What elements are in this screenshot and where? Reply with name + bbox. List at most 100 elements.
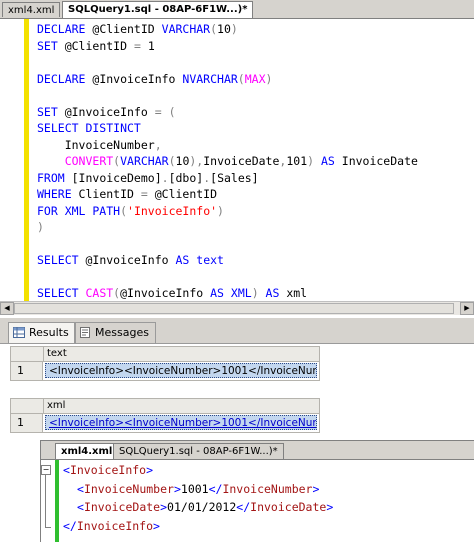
code-line[interactable]: SELECT DISTINCT [37, 120, 141, 136]
code-token: FOR XML PATH [37, 203, 121, 218]
code-line[interactable]: DECLARE @ClientID VARCHAR(10) [37, 21, 238, 37]
code-token: @InvoiceInfo [120, 286, 211, 300]
code-token: text [196, 253, 224, 267]
xml-token: </ [63, 518, 77, 533]
tab-results[interactable]: Results [8, 322, 76, 343]
code-line[interactable]: SELECT @InvoiceInfo AS text [37, 252, 224, 268]
code-token: AS [210, 286, 231, 300]
code-token: , [154, 137, 162, 152]
xml-token: > [326, 500, 334, 514]
code-token: xml [286, 286, 308, 300]
code-token: SET [37, 104, 65, 119]
xml-token: 01/01/2012 [167, 500, 237, 514]
code-token: . [161, 170, 169, 185]
code-token: InvoiceNumber [37, 137, 155, 152]
code-token: ) [217, 203, 224, 218]
code-token: ) [37, 220, 44, 234]
code-token: InvoiceDate [341, 154, 418, 168]
code-token: 1 [147, 38, 155, 53]
column-header-text[interactable]: text [47, 348, 67, 359]
code-token: ( [210, 22, 218, 36]
code-token: @ClientID [92, 22, 162, 36]
code-token: ) [251, 286, 266, 300]
code-token: [Sales] [210, 170, 259, 185]
xml-line[interactable]: <InvoiceDate>01/01/2012</InvoiceDate> [77, 498, 333, 516]
code-line[interactable]: SELECT CAST(@InvoiceInfo AS XML) AS xml [37, 285, 307, 301]
code-line[interactable]: CONVERT(VARCHAR(10),InvoiceDate,101) AS … [37, 153, 418, 169]
code-token: [InvoiceDemo] [71, 170, 162, 185]
code-token: FROM [37, 170, 72, 185]
code-token: @ClientID [154, 187, 218, 201]
row-number[interactable]: 1 [11, 414, 43, 432]
code-token: AS [265, 286, 287, 300]
change-marker-bar [24, 19, 29, 301]
xml-window-tab-strip: xml4.xml SQLQuery1.sql - 08AP-6F1W...)* [41, 441, 474, 460]
code-token: SELECT DISTINCT [37, 121, 141, 135]
xml-token: < [77, 500, 84, 514]
tab-messages[interactable]: Messages [74, 322, 156, 343]
code-line[interactable]: WHERE ClientID = @ClientID [37, 186, 217, 202]
code-token: SET [37, 38, 65, 53]
code-token: DECLARE [37, 22, 93, 36]
code-line[interactable]: DECLARE @InvoiceInfo NVARCHAR(MAX) [37, 71, 272, 87]
code-token: @InvoiceInfo [64, 104, 155, 119]
table-row: 1 <InvoiceInfo><InvoiceNumber>1001</Invo… [10, 362, 320, 381]
grid-header: xml [10, 398, 320, 414]
xml-token: < [77, 481, 84, 496]
outline-line [45, 474, 46, 528]
code-token: ), [189, 154, 204, 168]
code-token: 'InvoiceInfo' [127, 203, 218, 218]
text-cell[interactable]: <InvoiceInfo><InvoiceNumber>1001</Invoic… [45, 363, 317, 378]
scrollbar-thumb[interactable] [14, 303, 454, 314]
column-header-xml[interactable]: xml [47, 400, 65, 411]
xml-token: > [153, 518, 160, 533]
code-line[interactable]: FROM [InvoiceDemo].[dbo].[Sales] [37, 170, 259, 186]
code-token: ClientID [78, 187, 141, 201]
column-separator [43, 347, 44, 361]
xml-token: </ [208, 481, 223, 496]
code-token: = ( [154, 104, 176, 119]
xml-line[interactable]: <InvoiceInfo> [63, 461, 153, 479]
code-token: ) [265, 71, 273, 86]
code-token: SELECT [37, 253, 86, 267]
code-token: InvoiceDate [203, 154, 280, 168]
tab-sqlquery1[interactable]: SQLQuery1.sql - 08AP-6F1W...)* [62, 1, 254, 18]
code-line[interactable]: SET @ClientID = 1 [37, 38, 155, 54]
code-token: XML [230, 286, 252, 300]
code-line[interactable]: InvoiceNumber, [37, 137, 162, 153]
code-token: CAST [85, 286, 114, 300]
code-token: CONVERT [64, 154, 114, 168]
sql-editor[interactable]: DECLARE @ClientID VARCHAR(10) SET @Client… [0, 19, 474, 301]
xml-token: 1001 [180, 481, 209, 496]
tab-results-label: Results [29, 326, 69, 339]
tab-sqlquery1[interactable]: SQLQuery1.sql - 08AP-6F1W...)* [113, 443, 284, 459]
xml-gutter: − [41, 460, 55, 542]
xml-token: > [160, 500, 168, 514]
code-token: AS [320, 154, 342, 168]
code-token: ( [168, 154, 176, 168]
results-tab-strip: Results Messages [0, 318, 474, 344]
xml-token: InvoiceDate [250, 500, 327, 514]
xml-token: InvoiceDate [83, 500, 161, 514]
xml-token: InvoiceNumber [83, 481, 174, 496]
xml-link-cell[interactable]: <InvoiceInfo><InvoiceNumber>1001</Invoic… [45, 415, 317, 430]
xml-line[interactable]: </InvoiceInfo> [63, 517, 160, 535]
tab-xml4[interactable]: xml4.xml [2, 2, 61, 17]
xml-line[interactable]: <InvoiceNumber>1001</InvoiceNumber> [77, 480, 319, 498]
code-token: VARCHAR [120, 154, 169, 168]
code-line[interactable]: SET @InvoiceInfo = ( [37, 104, 176, 120]
grid-icon [13, 327, 25, 338]
tab-xml4[interactable]: xml4.xml [55, 443, 119, 459]
row-number[interactable]: 1 [11, 362, 43, 380]
code-line[interactable]: FOR XML PATH('InvoiceInfo') [37, 203, 224, 219]
scroll-right-icon[interactable]: ▶ [460, 302, 474, 315]
collapse-icon[interactable]: − [41, 465, 51, 475]
table-row: 1 <InvoiceInfo><InvoiceNumber>1001</Invo… [10, 414, 320, 433]
editor-gutter [0, 19, 24, 301]
scroll-left-icon[interactable]: ◀ [0, 302, 14, 315]
xml-token: < [63, 463, 70, 477]
code-token: MAX [244, 71, 266, 86]
editor-horizontal-scrollbar[interactable]: ◀ ▶ [0, 301, 474, 315]
tab-messages-label: Messages [95, 326, 149, 339]
code-line[interactable]: ) [37, 219, 44, 235]
